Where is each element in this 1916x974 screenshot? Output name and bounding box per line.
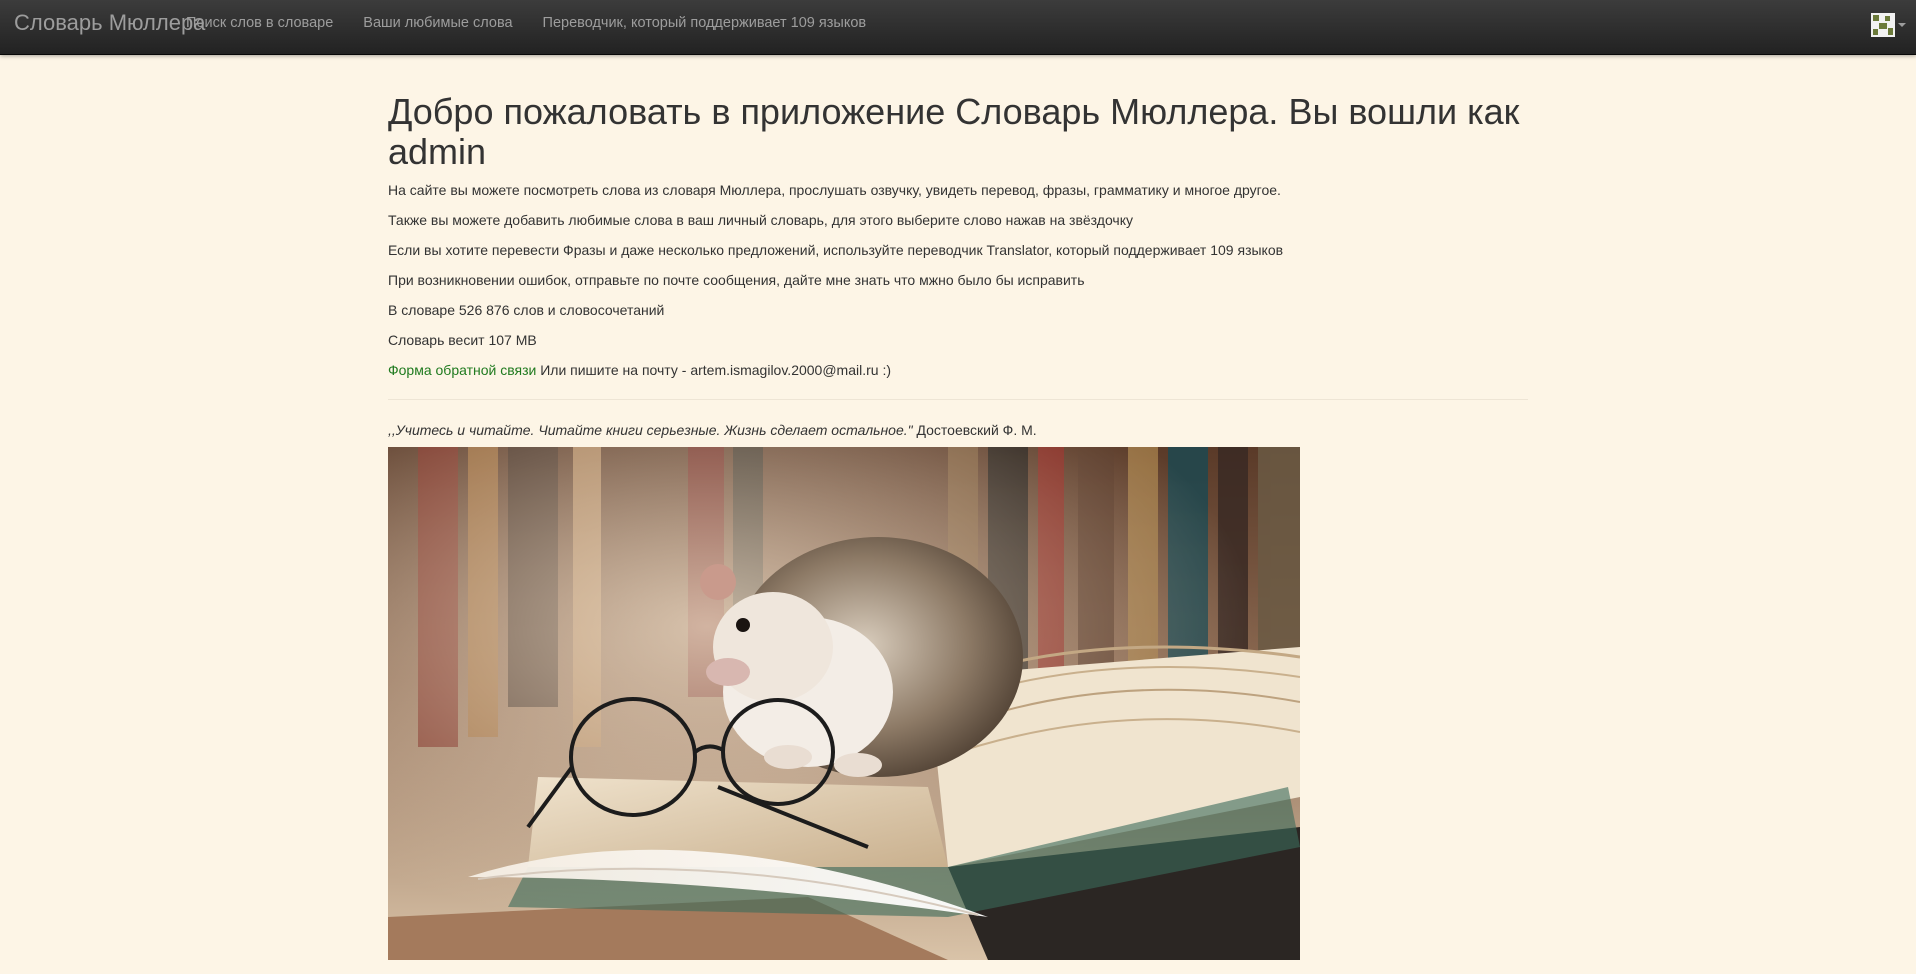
favorites-paragraph: Также вы можете добавить любимые слова в… (388, 212, 1134, 228)
feedback-form-link[interactable]: Форма обратной связи (388, 362, 536, 378)
translator-paragraph: Если вы хотите перевести Фразы и даже не… (388, 242, 1284, 258)
divider (388, 399, 1528, 400)
brand-link[interactable]: Словарь Мюллера (14, 0, 205, 46)
hedgehog-on-book-image (388, 447, 1300, 960)
nav-link-translator[interactable]: Переводчик, который поддерживает 109 язы… (543, 0, 867, 46)
intro-paragraph: На сайте вы можете посмотреть слова из с… (388, 182, 1281, 198)
errors-paragraph: При возникновении ошибок, отправьте по п… (388, 272, 1085, 288)
nav-link-favorites[interactable]: Ваши любимые слова (363, 0, 512, 46)
contact-paragraph: Форма обратной связи Или пишите на почту… (388, 360, 1528, 380)
user-menu-toggle[interactable] (1871, 12, 1906, 38)
quote-author: Достоевский Ф. М. (912, 422, 1037, 438)
page-title: Добро пожаловать в приложение Словарь Мю… (388, 91, 1520, 172)
nav-link-search[interactable]: Поиск слов в словаре (186, 0, 333, 46)
user-avatar-icon (1871, 13, 1895, 37)
quote-text: ,,Учитесь и читайте. Читайте книги серье… (388, 422, 913, 438)
size-paragraph: Словарь весит 107 MB (388, 332, 537, 348)
caret-down-icon (1898, 23, 1906, 27)
top-navbar: Словарь Мюллера Поиск слов в словаре Ваш… (0, 0, 1916, 55)
contact-email-text: Или пишите на почту - artem.ismagilov.20… (536, 362, 891, 378)
main-content: Добро пожаловать в приложение Словарь Мю… (388, 54, 1528, 960)
nav-links: Поиск слов в словаре Ваши любимые слова … (186, 0, 896, 46)
quote: ,,Учитесь и читайте. Читайте книги серье… (388, 420, 1528, 440)
word-count-paragraph: В словаре 526 876 слов и словосочетаний (388, 302, 665, 318)
